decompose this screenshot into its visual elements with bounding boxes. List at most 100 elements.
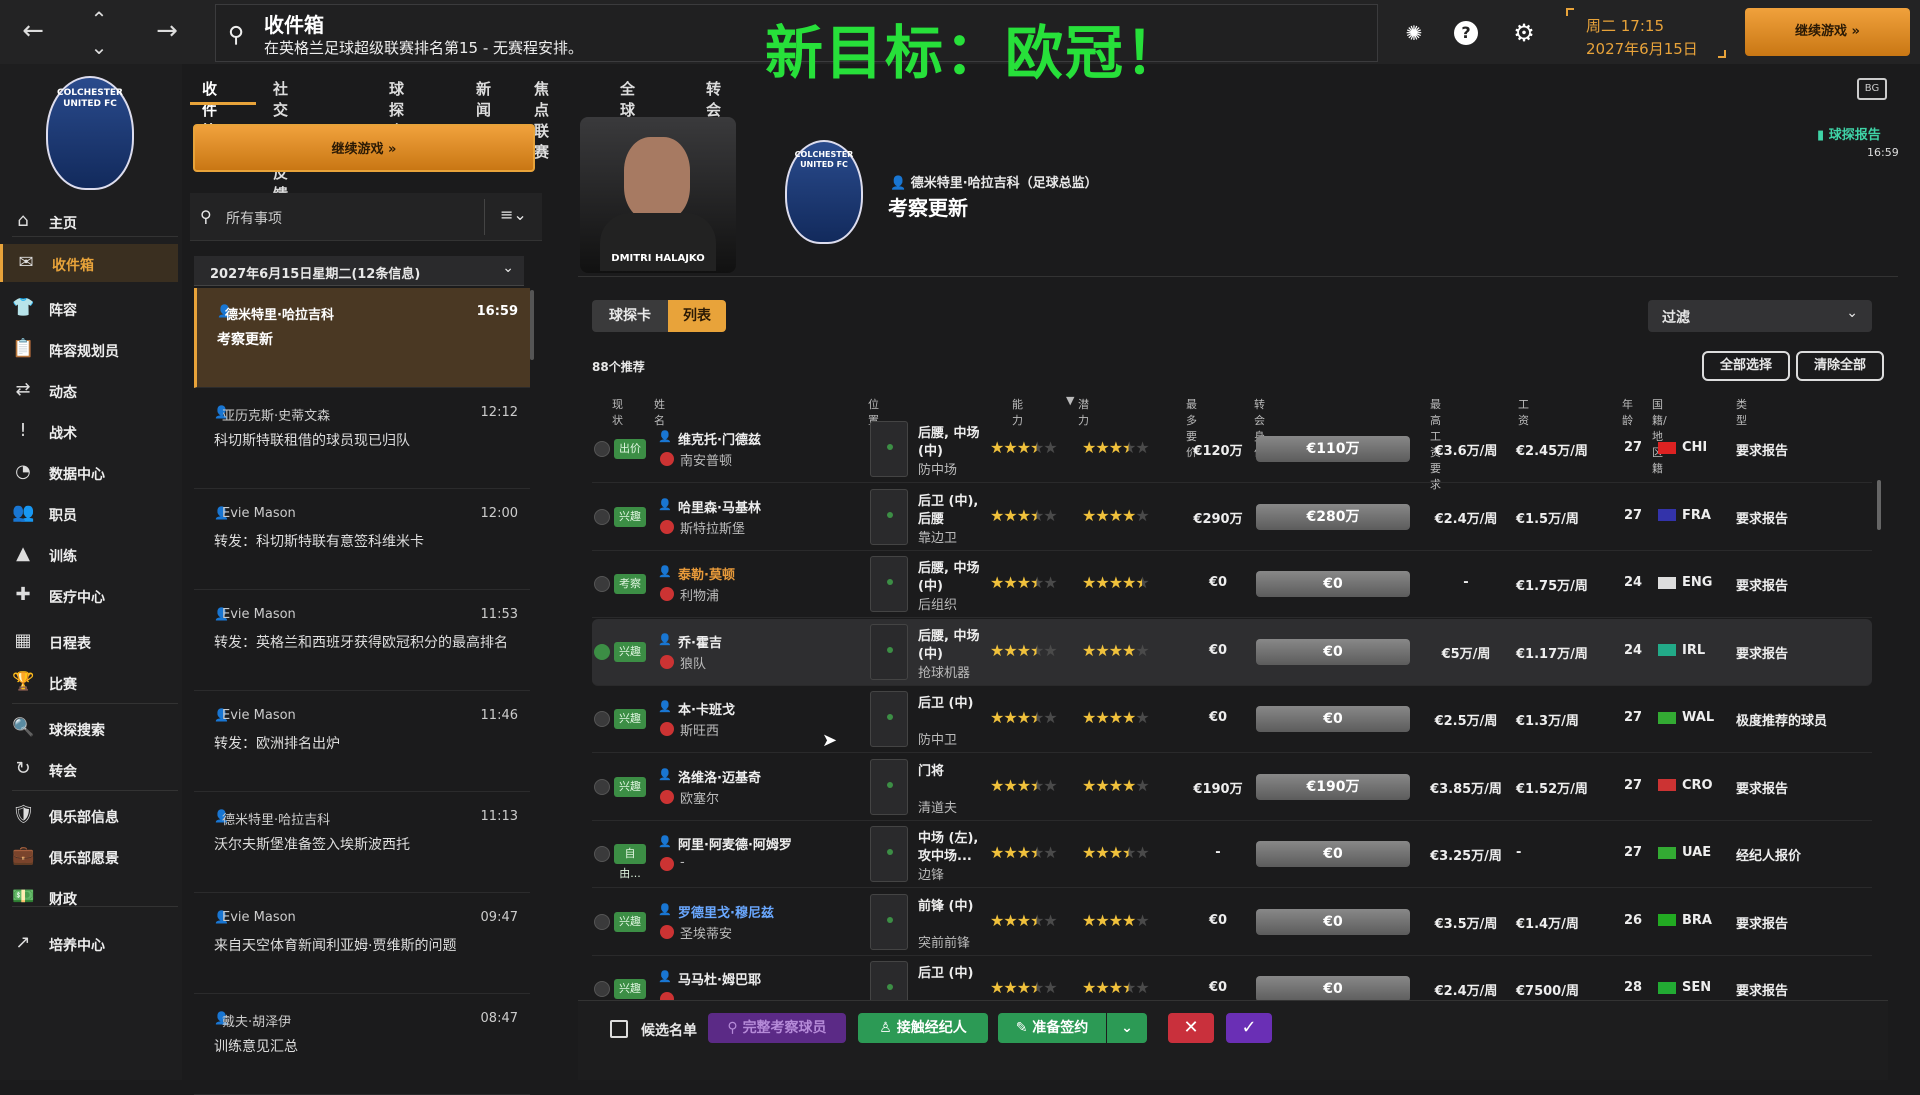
message-subject: 转发：英格兰和西班牙获得欧冠积分的最高排名 [214,635,508,651]
player-club[interactable]: 斯特拉斯堡 [680,518,745,537]
transfer-value: €190万 [1256,773,1410,800]
row-select-check[interactable] [594,981,610,997]
nav-item-5[interactable]: ! 战术 [0,412,178,450]
row-select-check[interactable] [594,711,610,727]
player-club[interactable]: - [680,855,685,870]
continue-game-button[interactable]: 继续游戏 » [1745,8,1910,56]
help-icon[interactable]: ? [1454,21,1478,45]
player-name[interactable]: 哈里森·马基林 [678,497,761,516]
chevron-down-icon[interactable]: ⌄ [1107,1013,1147,1043]
club-crest[interactable]: COLCHESTER UNITED FC [46,76,134,190]
filter-dropdown[interactable]: 过滤 ⌄ [1648,300,1872,332]
player-name[interactable]: 泰勒·莫顿 [678,564,735,583]
inbox-message[interactable]: 👤 戴夫·胡泽伊 08:47 训练意见汇总 [194,995,530,1095]
max-wage-demand: €3.6万/周 [1434,444,1498,459]
player-name[interactable]: 乔·霍吉 [678,632,722,651]
row-select-check[interactable] [594,576,610,592]
shortlist-checkbox[interactable] [610,1020,628,1038]
view-list-toggle[interactable]: 列表 [668,300,726,332]
up-button[interactable]: ⌃ [84,4,114,34]
message-subject: 转发：科切斯特联有意签科维米卡 [214,534,424,550]
widescreen-icon[interactable]: BG [1857,78,1887,100]
player-name[interactable]: 洛维洛·迈基奇 [678,767,761,786]
row-select-check[interactable] [594,778,610,795]
table-row[interactable]: 出价 👤 维克托·门德兹 南安普顿 后腰, 中场 (中) 防中场 ★★★★★ ★★★★★ €120… [592,416,1872,483]
player-name[interactable]: 维克托·门德兹 [678,429,761,448]
ai-icon[interactable]: ✺ [1398,17,1430,49]
down-button[interactable]: ⌄ [84,32,114,62]
player-name[interactable]: 本·卡班戈 [678,699,735,718]
nav-item-7[interactable]: 👥 职员 [0,494,178,532]
table-row[interactable]: 自由... 👤 阿里·阿麦德·阿姆罗 - 中场 (左), 攻中场... 边锋 ★★★★★ ★★★… [592,821,1872,888]
inbox-message[interactable]: 👤 德米特里·哈拉吉科 11:13 沃尔夫斯堡准备签入埃斯波西托 [194,793,530,893]
nav-item-6[interactable]: ◔ 数据中心 [0,453,178,491]
table-row[interactable]: 兴趣 👤 本·卡班戈 斯旺西 后卫 (中) 防中卫 ★★★★★ ★★★★★ €0 €0 €2.5万/… [592,686,1872,753]
scout-player-button[interactable]: ⚲ 完整考察球员 [708,1013,846,1043]
row-select-check[interactable] [594,913,610,930]
prepare-sign-button[interactable]: ✎ 准备签约 [998,1013,1106,1043]
clear-all-button[interactable]: 清除全部 [1796,351,1884,381]
tab-4[interactable]: 焦点联赛 [534,78,549,162]
nav-item-4[interactable]: ⇄ 动态 [0,371,178,409]
flag-icon [1658,576,1676,589]
inbox-message[interactable]: 👤 亚历克斯·史蒂文森 12:12 科切斯特联租借的球员现已归队 [194,389,530,489]
accept-button[interactable]: ✓ [1226,1013,1272,1043]
max-wage-demand: €2.4万/周 [1434,511,1498,527]
sort-menu-icon[interactable]: ≡⌄ [500,205,527,224]
contact-agent-button[interactable]: ♙ 接触经纪人 [858,1013,988,1043]
nav-item-8[interactable]: ▲ 训练 [0,535,178,573]
nav-item-10[interactable]: ▦ 日程表 [0,622,178,660]
nav-item-16[interactable]: 💵 财政 [0,878,178,916]
row-select-check[interactable] [594,643,610,660]
player-club[interactable]: 欧塞尔 [680,788,719,807]
player-club[interactable]: 利物浦 [680,585,719,604]
table-row[interactable]: 兴趣 👤 罗德里戈·穆尼兹 圣埃蒂安 前锋 (中) 突前前锋 ★★★★★ ★★★★★ €0 €0 €… [592,889,1872,956]
nav-label: 日程表 [49,636,91,652]
player-name[interactable]: 马马杜·姆巴耶 [678,969,761,988]
nav-item-1[interactable]: ✉ 收件箱 [0,244,178,282]
player-club[interactable]: 圣埃蒂安 [680,923,732,942]
player-name[interactable]: 阿里·阿麦德·阿姆罗 [678,834,792,853]
tab-3[interactable]: 新闻 [476,78,491,120]
table-row[interactable]: 考察 👤 泰勒·莫顿 利物浦 后腰, 中场 (中) 后组织 ★★★★★ ★★★★★ €0 €0 - €1… [592,551,1872,618]
back-button[interactable]: ← [18,16,48,46]
inbox-message[interactable]: 👤 Evie Mason 09:47 来自天空体育新闻利亚姆·贾维斯的问题 [194,894,530,994]
inbox-message[interactable]: 👤 Evie Mason 12:00 转发：科切斯特联有意签科维米卡 [194,490,530,590]
nav-item-14[interactable]: 🛡 俱乐部信息 [0,796,178,834]
row-select-check[interactable] [594,508,610,525]
nav-item-2[interactable]: 👕 阵容 [0,289,178,327]
row-select-check[interactable] [594,846,610,862]
forward-button[interactable]: → [152,16,182,46]
table-row[interactable]: 兴趣 👤 乔·霍吉 狼队 后腰, 中场 (中) 抢球机器 ★★★★★ ★★★★★ €0 €0 €5万/… [592,618,1872,686]
nav-item-3[interactable]: 📋 阵容规划员 [0,330,178,368]
nav-item-15[interactable]: 💼 俱乐部愿景 [0,837,178,875]
table-scrollbar[interactable] [1877,480,1881,530]
asking-price: €190万 [1193,781,1243,797]
nav-item-11[interactable]: 🏆 比赛 [0,663,178,701]
inbox-message[interactable]: 👤 德米特里·哈拉吉科 16:59 考察更新 [194,288,530,388]
player-club[interactable]: 狼队 [680,653,706,672]
inbox-message[interactable]: 👤 Evie Mason 11:46 转发：欧洲排名出炉 [194,692,530,792]
transfer-value: €0 [1256,638,1410,665]
reject-button[interactable]: ✕ [1168,1013,1214,1043]
gear-icon[interactable]: ⚙ [1508,17,1540,49]
nav-item-17[interactable]: ↗ 培养中心 [0,924,178,962]
view-card-toggle[interactable]: 球探卡 [592,300,668,332]
inbox-continue-button[interactable]: 继续游戏 » [193,124,535,172]
nav-item-12[interactable]: 🔍 球探搜索 [0,709,178,747]
select-all-button[interactable]: 全部选择 [1702,351,1790,381]
inbox-search-input[interactable]: 所有事项 [226,208,282,228]
player-name[interactable]: 罗德里戈·穆尼兹 [678,902,774,921]
row-select-check[interactable] [594,441,610,457]
message-sender: 👤 德米特里·哈拉吉科（足球总监） [890,176,1098,191]
table-row[interactable]: 兴趣 👤 哈里森·马基林 斯特拉斯堡 后卫 (中), 后腰 靠边卫 ★★★★★ ★★★★★ €29… [592,484,1872,551]
nav-divider [12,906,178,907]
nav-item-9[interactable]: ✚ 医疗中心 [0,576,178,614]
player-club[interactable]: 南安普顿 [680,450,732,469]
nav-item-0[interactable]: ⌂ 主页 [0,202,178,240]
table-row[interactable]: 兴趣 👤 洛维洛·迈基奇 欧塞尔 门将 清道夫 ★★★★★ ★★★★★ €190万 €190万 €3… [592,754,1872,821]
inbox-message[interactable]: 👤 Evie Mason 11:53 转发：英格兰和西班牙获得欧冠积分的最高排名 [194,591,530,691]
player-club[interactable]: 斯旺西 [680,720,719,739]
nav-item-13[interactable]: ↻ 转会 [0,750,178,788]
scout-report-link[interactable]: ▮ 球探报告 [1817,124,1881,143]
